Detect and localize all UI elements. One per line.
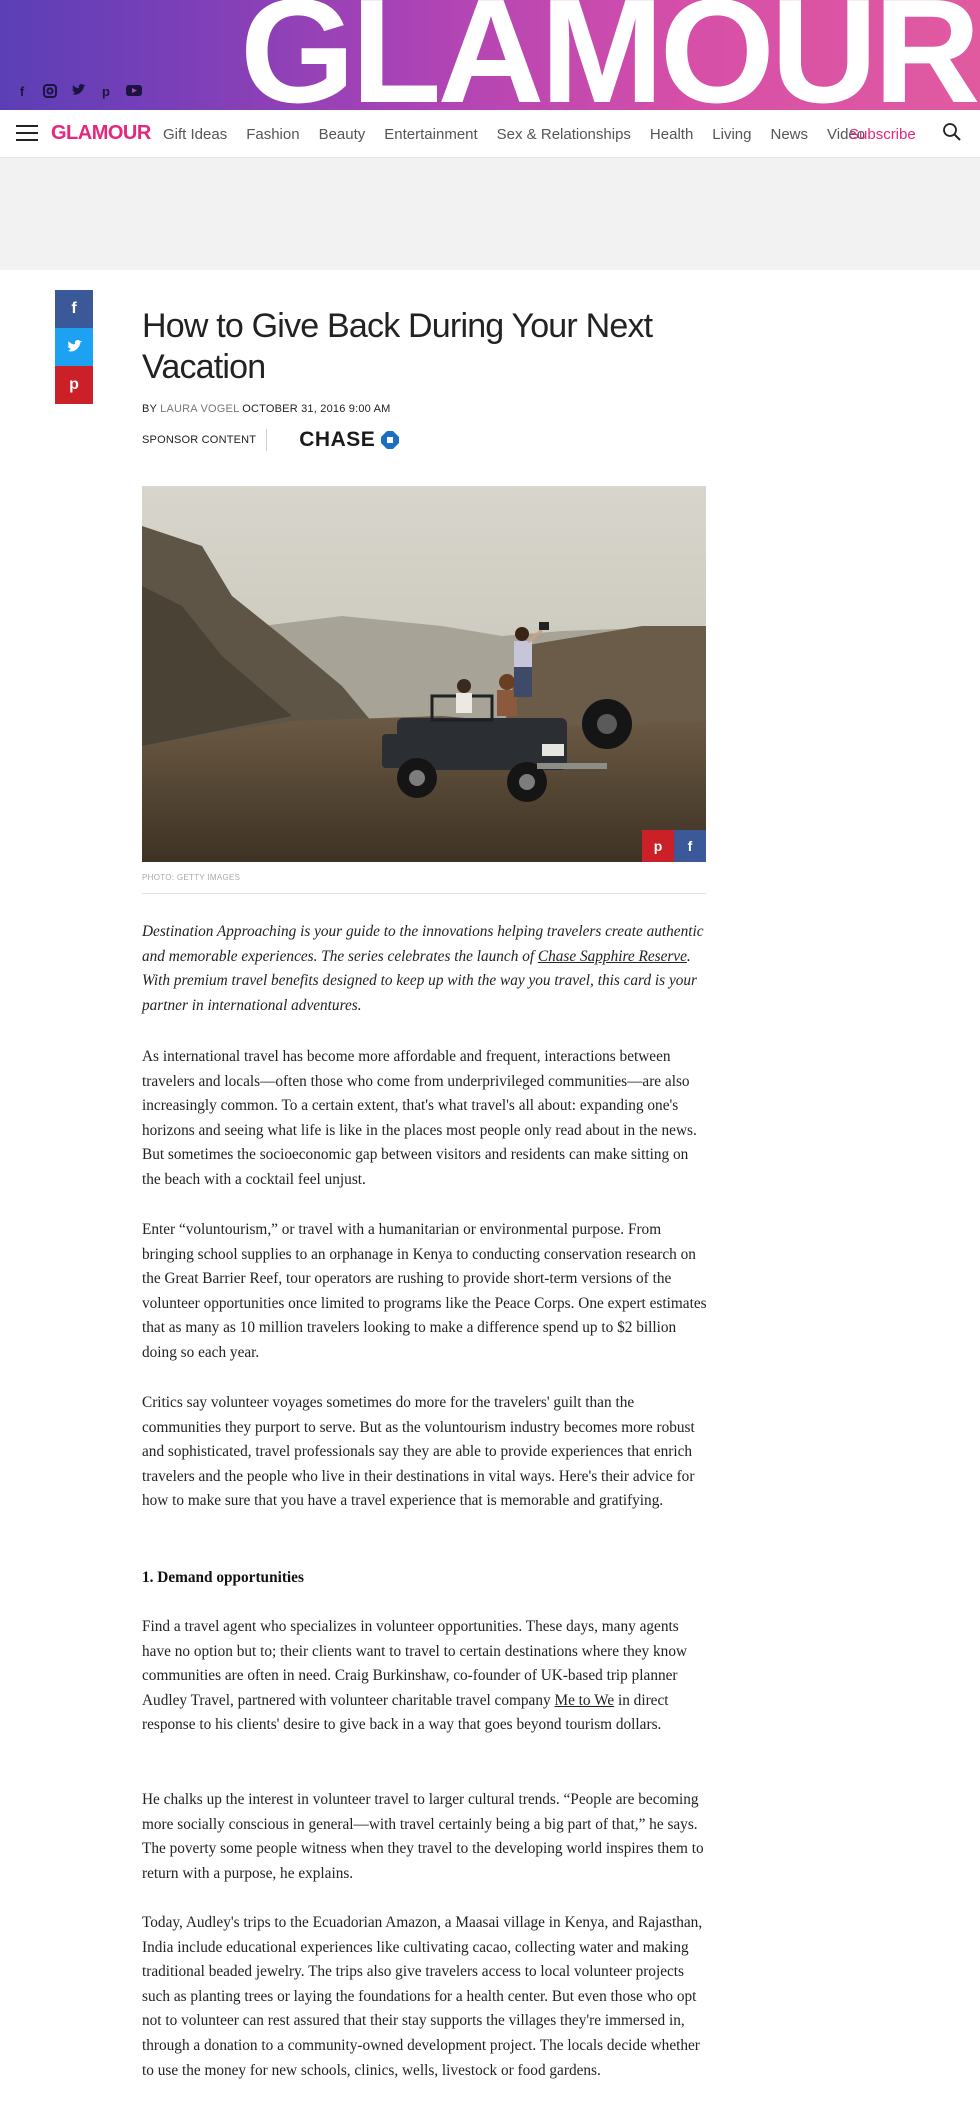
pinterest-share-icon[interactable]: p: [55, 366, 93, 404]
photo-credit: PHOTO: GETTY IMAGES: [142, 873, 241, 882]
hero-share: p f: [642, 830, 706, 862]
banner-social-links: f p: [14, 84, 142, 100]
paragraph-1: As international travel has become more …: [142, 1048, 697, 1188]
author-link[interactable]: LAURA VOGEL: [160, 403, 239, 415]
hero-facebook-icon[interactable]: f: [674, 830, 706, 862]
byline: BY LAURA VOGEL OCTOBER 31, 2016 9:00 AM: [142, 403, 391, 415]
subscribe-link[interactable]: Subscribe: [849, 126, 916, 143]
nav-link-news[interactable]: News: [770, 126, 808, 143]
facebook-icon[interactable]: f: [14, 84, 30, 100]
paragraph-4: Find a travel agent who specializes in v…: [142, 1615, 708, 1738]
main-nav: GLAMOUR Gift Ideas Fashion Beauty Entert…: [0, 110, 980, 158]
paragraph-2: Enter “voluntourism,” or travel with a h…: [142, 1221, 707, 1361]
pinterest-icon[interactable]: p: [98, 84, 114, 100]
paragraph-6: Today, Audley's trips to the Ecuadorian …: [142, 1914, 703, 2079]
me-to-we-link[interactable]: Me to We: [554, 1692, 614, 1709]
nav-link-living[interactable]: Living: [712, 126, 751, 143]
nav-logo[interactable]: GLAMOUR: [51, 122, 151, 145]
hero-image[interactable]: p f: [142, 486, 706, 862]
search-icon[interactable]: [942, 122, 962, 147]
divider: [142, 893, 706, 894]
nav-link-health[interactable]: Health: [650, 126, 693, 143]
nav-link-sex-relationships[interactable]: Sex & Relationships: [497, 126, 631, 143]
youtube-icon[interactable]: [126, 84, 142, 100]
share-rail: f p: [55, 290, 93, 404]
twitter-icon[interactable]: [70, 84, 86, 100]
glamour-banner[interactable]: GLAMOUR f p: [0, 0, 980, 110]
hero-pinterest-icon[interactable]: p: [642, 830, 674, 862]
nav-link-fashion[interactable]: Fashion: [246, 126, 299, 143]
paragraph-5: He chalks up the interest in volunteer t…: [142, 1791, 704, 1882]
sponsor-block: SPONSOR CONTENT CHASE: [142, 428, 400, 452]
intro-paragraph: Destination Approaching is your guide to…: [142, 920, 708, 1018]
chase-sapphire-link[interactable]: Chase Sapphire Reserve: [538, 948, 687, 965]
byline-by: BY: [142, 403, 157, 415]
section-heading-1: 1. Demand opportunities: [142, 1569, 304, 1586]
twitter-share-icon[interactable]: [55, 328, 93, 366]
sponsor-label: SPONSOR CONTENT: [142, 429, 268, 451]
nav-link-entertainment[interactable]: Entertainment: [384, 126, 477, 143]
facebook-share-icon[interactable]: f: [55, 290, 93, 328]
chase-logo[interactable]: CHASE: [299, 428, 400, 452]
banner-logo[interactable]: GLAMOUR: [240, 0, 980, 110]
paragraph-3: Critics say volunteer voyages sometimes …: [142, 1394, 695, 1510]
publish-date: OCTOBER 31, 2016 9:00 AM: [242, 403, 391, 415]
menu-icon[interactable]: [16, 125, 38, 141]
nav-links: Gift Ideas Fashion Beauty Entertainment …: [163, 126, 884, 143]
nav-link-gift-ideas[interactable]: Gift Ideas: [163, 126, 227, 143]
article-title: How to Give Back During Your Next Vacati…: [142, 307, 653, 386]
nav-link-beauty[interactable]: Beauty: [319, 126, 366, 143]
instagram-icon[interactable]: [42, 84, 58, 100]
chase-octagon-icon: [381, 431, 400, 449]
ad-placeholder: [0, 158, 980, 270]
chase-wordmark: CHASE: [299, 428, 376, 451]
